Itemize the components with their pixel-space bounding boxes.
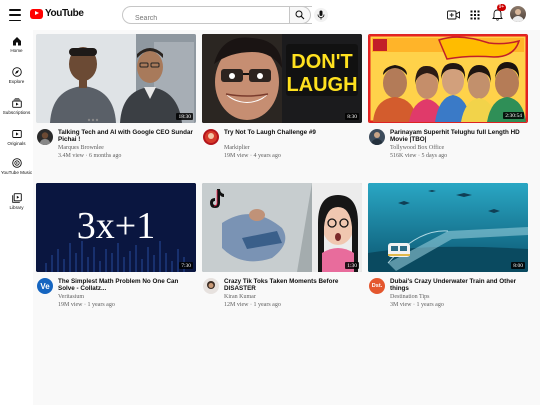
channel-avatar-text: Ve <box>40 281 50 291</box>
video-thumbnail[interactable]: 2:30:54 <box>368 34 528 123</box>
apps-grid-icon <box>470 10 480 20</box>
sidebar-item-label: Explore <box>8 79 25 84</box>
video-meta: Crazy Tik Toks Taken Moments Before DISA… <box>202 272 362 312</box>
library-icon <box>11 193 22 203</box>
channel-avatar-text: Dst. <box>371 283 383 289</box>
thumbnail-image: 3x+1 <box>36 183 196 272</box>
video-thumbnail[interactable]: 3x+1 7:30 <box>36 183 196 272</box>
video-thumbnail[interactable]: DON'T LAUGH 8:30 <box>202 34 362 123</box>
video-stats: 3.4M view · 6 months ago <box>58 153 122 159</box>
channel-name[interactable]: Veritasium <box>58 294 84 300</box>
thumbnail-image <box>36 34 196 123</box>
channel-name[interactable]: Tollywood Box Office <box>390 145 444 151</box>
compass-icon <box>11 67 22 77</box>
subscriptions-icon <box>11 98 22 108</box>
video-duration: 18:30 <box>176 113 193 120</box>
video-title[interactable]: The Simplest Math Problem No One Can Sol… <box>58 278 194 292</box>
thumbnail-caption-line-2: LAUGH <box>286 74 357 96</box>
thumbnail-image: DON'T LAUGH <box>202 34 362 123</box>
sidebar-item-library[interactable]: Library <box>0 193 33 210</box>
apps-button[interactable] <box>468 8 482 22</box>
video-meta: Ve The Simplest Math Problem No One Can … <box>36 272 196 312</box>
video-title[interactable]: Talking Tech and AI with Google CEO Sund… <box>58 129 194 143</box>
video-stats: 3M view · 1 years ago <box>390 302 444 308</box>
video-grid: 18:30 Talking Tech and AI with Google CE… <box>33 30 540 405</box>
search-box <box>122 6 312 27</box>
channel-name[interactable]: Destination Tips <box>390 294 430 300</box>
microphone-icon <box>317 10 325 20</box>
create-video-button[interactable] <box>446 8 460 22</box>
channel-name[interactable]: Markiplier <box>224 145 250 151</box>
video-card[interactable]: 18:30 Talking Tech and AI with Google CE… <box>36 34 196 163</box>
video-thumbnail[interactable]: 1:30 <box>202 183 362 272</box>
channel-name[interactable]: Marques Brownlee <box>58 145 104 151</box>
thumbnail-caption-line-1: DON'T <box>291 51 352 73</box>
sidebar-item-label: Library <box>9 205 24 210</box>
video-card[interactable]: 1:30 Crazy Tik Toks Taken Moments Before… <box>202 183 362 312</box>
sidebar-item-label: Subscriptions <box>2 110 31 115</box>
video-duration: 1:30 <box>345 262 359 269</box>
video-meta: Parinayam Superhit Telughu full Length H… <box>368 123 528 163</box>
channel-avatar[interactable] <box>203 129 219 145</box>
home-icon <box>12 36 22 46</box>
sidebar: Home Explore Subscriptions Originals You… <box>0 30 33 405</box>
youtube-logo-icon <box>30 8 43 19</box>
thumbnail-image <box>368 183 528 272</box>
video-duration: 8:30 <box>345 113 359 120</box>
video-stats: 19M view · 4 years ago <box>224 153 281 159</box>
video-thumbnail[interactable]: 18:30 <box>36 34 196 123</box>
channel-avatar[interactable] <box>369 129 385 145</box>
video-meta: Talking Tech and AI with Google CEO Sund… <box>36 123 196 163</box>
video-title[interactable]: Parinayam Superhit Telughu full Length H… <box>390 129 526 143</box>
video-thumbnail[interactable]: 8:00 <box>368 183 528 272</box>
video-card[interactable]: 3x+1 7:30 Ve The Simplest Math Problem N… <box>36 183 196 312</box>
video-duration: 8:00 <box>511 262 525 269</box>
originals-icon <box>11 129 22 139</box>
search-input[interactable] <box>123 10 312 27</box>
video-title[interactable]: Try Not To Laugh Challenge #9 <box>224 129 360 136</box>
video-stats: 516K view · 5 days ago <box>390 153 448 159</box>
top-bar: YouTube 9+ <box>0 0 540 30</box>
video-card[interactable]: 2:30:54 Parinayam Superhit Telughu full … <box>368 34 528 163</box>
channel-avatar[interactable] <box>203 278 219 294</box>
video-duration: 2:30:54 <box>503 112 524 119</box>
thumbnail-image <box>369 35 527 122</box>
sidebar-item-subscriptions[interactable]: Subscriptions <box>0 98 33 115</box>
create-video-icon <box>446 10 460 20</box>
channel-avatar[interactable]: Ve <box>37 278 53 294</box>
sidebar-item-originals[interactable]: Originals <box>0 129 33 146</box>
search-button[interactable] <box>289 6 311 24</box>
sidebar-item-label: YouTube Music <box>0 170 33 175</box>
thumbnail-image <box>202 183 362 272</box>
channel-avatar[interactable] <box>37 129 53 145</box>
channel-avatar[interactable]: Dst. <box>369 278 385 294</box>
video-stats: 19M view · 1 years ago <box>58 302 115 308</box>
video-stats: 12M view · 1 years ago <box>224 302 281 308</box>
video-card[interactable]: 8:00 Dst. Dubai's Crazy Underwater Train… <box>368 183 528 312</box>
video-duration: 7:30 <box>179 262 193 269</box>
channel-name[interactable]: Kiran Kumar <box>224 294 256 300</box>
sidebar-item-label: Home <box>10 48 23 53</box>
voice-search-button[interactable] <box>314 8 328 22</box>
music-icon <box>11 158 22 168</box>
sidebar-item-explore[interactable]: Explore <box>0 67 33 84</box>
video-meta: Dst. Dubai's Crazy Underwater Train and … <box>368 272 528 312</box>
thumbnail-caption: 3x+1 <box>77 205 155 247</box>
sidebar-item-home[interactable]: Home <box>0 36 33 53</box>
sidebar-item-label: Originals <box>7 141 26 146</box>
search-icon <box>295 10 305 20</box>
notification-badge: 9+ <box>497 4 506 11</box>
video-meta: Try Not To Laugh Challenge #9 Markiplier… <box>202 123 362 163</box>
sidebar-item-youtube-music[interactable]: YouTube Music <box>0 158 33 175</box>
video-title[interactable]: Crazy Tik Toks Taken Moments Before DISA… <box>224 278 360 292</box>
youtube-logo[interactable]: YouTube <box>30 8 84 19</box>
logo-text: YouTube <box>45 8 84 19</box>
video-card[interactable]: DON'T LAUGH 8:30 Try Not To Laugh Challe… <box>202 34 362 163</box>
menu-icon[interactable] <box>9 9 21 21</box>
account-avatar[interactable] <box>510 6 526 22</box>
video-title[interactable]: Dubai's Crazy Underwater Train and Other… <box>390 278 526 292</box>
